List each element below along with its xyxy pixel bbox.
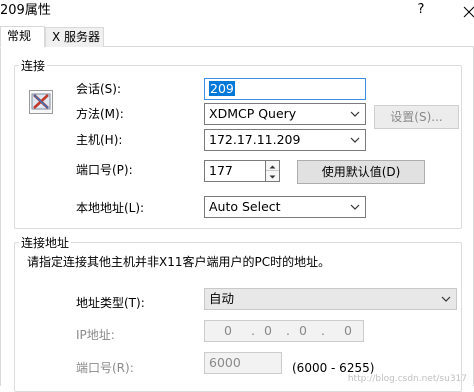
address-port-label: 端口号(R):	[76, 361, 134, 375]
chevron-down-icon	[350, 204, 360, 210]
address-port-value: 6000	[209, 355, 241, 370]
address-port-input[interactable]: 6000	[204, 352, 282, 374]
session-icon	[29, 90, 53, 114]
address-port-range: (6000 - 6255)	[292, 361, 375, 375]
general-panel: 连接 会话(S): 209 方法(M): XDMCP Query 设置(S)..…	[0, 47, 474, 392]
chevron-down-icon	[350, 111, 360, 117]
spin-down-button[interactable]	[266, 171, 279, 181]
ip-separator-1: .	[251, 323, 255, 338]
address-type-value: 自动	[209, 291, 235, 306]
tab-general[interactable]: 常规	[0, 26, 45, 48]
settings-button[interactable]: 设置(S)...	[374, 105, 459, 129]
watermark: http://blog.csdn.net/su317	[347, 374, 467, 384]
chevron-down-icon	[350, 137, 360, 143]
spin-up-button[interactable]	[266, 161, 279, 171]
close-button[interactable]	[446, 0, 474, 24]
help-button[interactable]: ?	[398, 0, 444, 24]
ip-address-label: IP地址:	[76, 328, 115, 342]
connection-address-legend: 连接地址	[19, 234, 72, 251]
close-icon	[463, 6, 474, 18]
port-value: 177	[209, 163, 233, 178]
ip-address-input[interactable]: 0 . 0 . 0 . 0	[204, 320, 364, 342]
ip-octet-4: 0	[344, 323, 352, 338]
ip-octet-1: 0	[224, 323, 232, 338]
host-select[interactable]: 172.17.11.209	[204, 129, 366, 151]
window-title: 209属性	[0, 3, 51, 18]
method-label: 方法(M):	[76, 107, 124, 121]
ip-separator-2: .	[286, 323, 290, 338]
host-value: 172.17.11.209	[209, 132, 301, 147]
host-label: 主机(H):	[76, 133, 123, 147]
port-spinner[interactable]	[266, 160, 280, 182]
chevron-down-icon	[441, 296, 451, 302]
help-icon: ?	[417, 2, 425, 17]
title-bar: 209属性 ?	[0, 0, 474, 24]
use-default-button[interactable]: 使用默认值(D)	[297, 160, 425, 184]
connection-address-description: 请指定连接其他主机并非X11客户端用户的PC时的地址。	[27, 255, 331, 269]
arrow-down-icon	[269, 175, 276, 179]
session-value: 209	[209, 81, 235, 96]
session-label: 会话(S):	[76, 82, 122, 96]
ip-separator-3: .	[321, 323, 325, 338]
tab-strip: 常规 X 服务器	[0, 26, 474, 48]
ip-octet-2: 0	[264, 323, 272, 338]
local-address-value: Auto Select	[209, 199, 281, 214]
ip-octet-3: 0	[299, 323, 307, 338]
address-type-label: 地址类型(T):	[76, 296, 145, 310]
connection-legend: 连接	[19, 57, 48, 74]
port-input[interactable]: 177	[204, 160, 266, 182]
local-address-label: 本地地址(L):	[76, 201, 145, 215]
method-select[interactable]: XDMCP Query	[204, 103, 366, 125]
session-input[interactable]: 209	[204, 78, 366, 100]
method-value: XDMCP Query	[209, 106, 297, 121]
address-type-select[interactable]: 自动	[204, 288, 457, 310]
tab-x-server[interactable]: X 服务器	[45, 27, 104, 47]
local-address-select[interactable]: Auto Select	[204, 196, 366, 218]
port-label: 端口号(P):	[76, 163, 133, 177]
